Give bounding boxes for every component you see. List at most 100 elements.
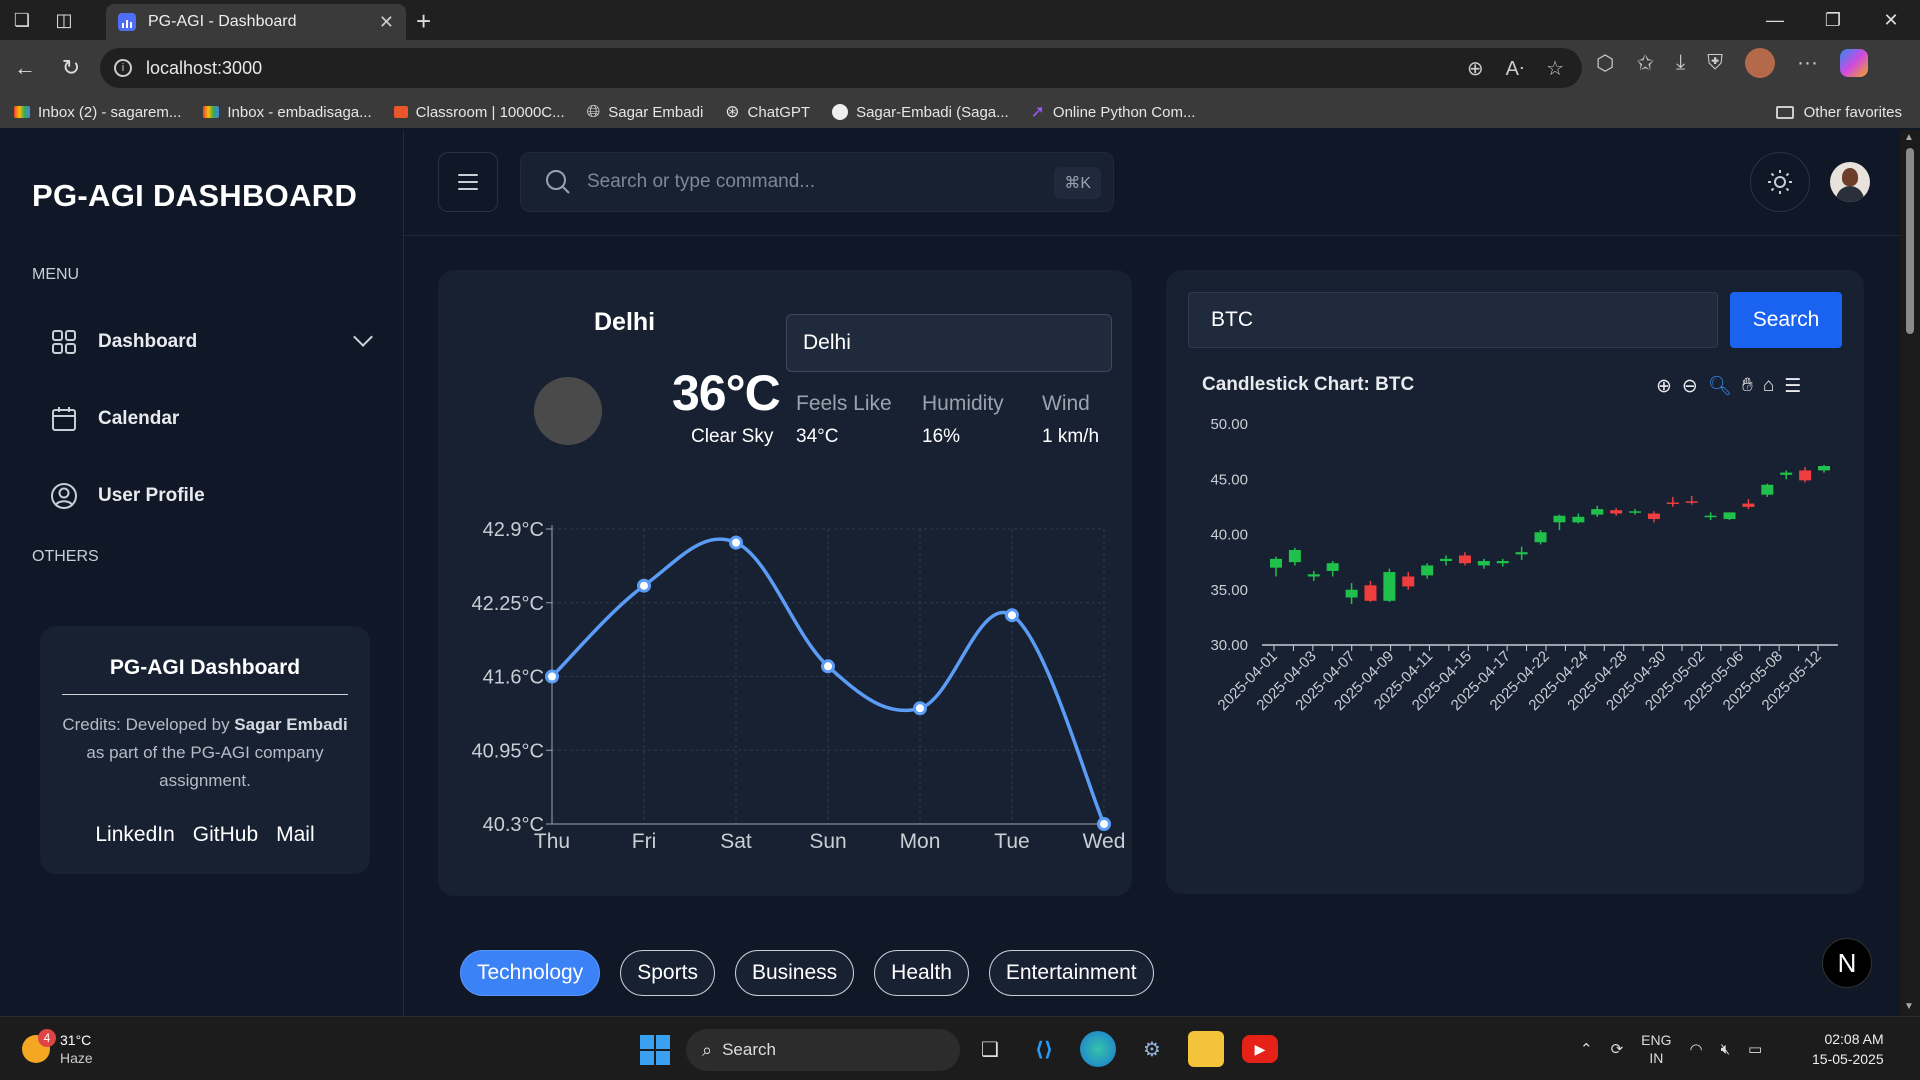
- extensions-icon[interactable]: ⬡: [1596, 51, 1614, 76]
- settings-gear-icon[interactable]: ⚙: [1134, 1031, 1170, 1067]
- page-scrollbar[interactable]: ▲ ▼: [1900, 130, 1920, 1016]
- data-point: [545, 669, 559, 684]
- tab-title: PG-AGI - Dashboard: [148, 13, 297, 30]
- x-tick-label: Wed: [1083, 830, 1126, 853]
- menu-heading: MENU: [32, 266, 80, 283]
- youtube-icon[interactable]: ▶: [1242, 1035, 1278, 1063]
- more-icon[interactable]: ···: [1797, 51, 1818, 75]
- favorite-item[interactable]: ⊛ ChatGPT: [725, 102, 810, 122]
- browser-essentials-icon[interactable]: ⛨: [1707, 51, 1723, 75]
- favorite-item[interactable]: Inbox - embadisaga...: [203, 104, 372, 121]
- app-favicon-icon: [118, 13, 136, 31]
- favorites-bar: Inbox (2) - sagarem... Inbox - embadisag…: [0, 96, 1920, 128]
- tab-business[interactable]: Business: [734, 950, 855, 996]
- user-avatar[interactable]: [1830, 162, 1870, 202]
- favorite-star-icon[interactable]: ☆: [1546, 56, 1564, 81]
- candle-body: [1307, 574, 1320, 577]
- sidebar-item-dashboard[interactable]: Dashboard: [50, 322, 373, 362]
- y-tick-label: 42.25°C: [472, 593, 545, 615]
- tab-technology[interactable]: Technology: [460, 950, 601, 996]
- credits-card: PG-AGI Dashboard Credits: Developed by S…: [40, 626, 370, 874]
- browser-tab-active[interactable]: PG-AGI - Dashboard ✕: [106, 4, 406, 40]
- vscode-icon[interactable]: ⟨⟩: [1026, 1031, 1062, 1067]
- other-favorites[interactable]: Other favorites: [1775, 104, 1902, 121]
- search-input[interactable]: [587, 171, 1027, 193]
- candle-body: [1647, 513, 1660, 520]
- favorite-item[interactable]: Inbox (2) - sagarem...: [14, 104, 181, 121]
- sync-icon[interactable]: ⟳: [1611, 1040, 1624, 1058]
- stock-card: Search Candlestick Chart: BTC ⊕ ⊖ 🔍︎ ✋︎ …: [1166, 270, 1864, 894]
- floating-n-button[interactable]: N: [1822, 938, 1872, 988]
- gmail-icon: [203, 106, 220, 118]
- address-bar[interactable]: i localhost:3000 ⊕ Aᐧ ☆: [100, 48, 1582, 88]
- read-aloud-icon[interactable]: Aᐧ: [1506, 56, 1524, 81]
- browser-tools: ⬡ ✩ ⤓ ⛨ ···: [1596, 48, 1868, 78]
- candle-body: [1270, 558, 1282, 568]
- taskbar-weather[interactable]: 4 31°C Haze: [22, 1029, 93, 1067]
- theme-toggle-button[interactable]: [1750, 152, 1810, 212]
- classroom-icon: [393, 106, 408, 118]
- restore-icon[interactable]: ❐: [1804, 0, 1862, 40]
- copilot-icon[interactable]: [1839, 49, 1868, 77]
- file-explorer-icon[interactable]: [1188, 1031, 1224, 1067]
- windows-start-icon[interactable]: [640, 1035, 670, 1065]
- sidebar-item-user-profile[interactable]: User Profile: [50, 476, 370, 516]
- mail-link[interactable]: Mail: [276, 823, 315, 847]
- linkedin-link[interactable]: LinkedIn: [95, 823, 174, 847]
- vertical-tabs-icon[interactable]: ◫: [42, 0, 86, 40]
- tab-health[interactable]: Health: [874, 950, 969, 996]
- edge-icon[interactable]: [1080, 1031, 1116, 1067]
- candle-body: [1458, 555, 1471, 564]
- language-indicator[interactable]: ENG IN: [1641, 1031, 1671, 1067]
- user-circle-icon: [50, 482, 78, 510]
- scroll-down-icon[interactable]: ▼: [1904, 1001, 1914, 1012]
- candle-body: [1591, 509, 1604, 515]
- scroll-up-icon[interactable]: ▲: [1904, 132, 1914, 143]
- task-view-icon[interactable]: ❑: [972, 1031, 1008, 1067]
- favorite-item[interactable]: Sagar-Embadi (Saga...: [832, 104, 1009, 121]
- favorite-item[interactable]: ➚ Online Python Com...: [1031, 102, 1196, 122]
- news-category-tabs: Technology Sports Business Health Entert…: [460, 950, 1154, 996]
- taskbar-clock[interactable]: 02:08 AM 15-05-2025: [1812, 1029, 1884, 1069]
- chevron-down-icon[interactable]: [353, 327, 373, 347]
- chatgpt-icon: ⊛: [725, 102, 740, 121]
- favorites-icon[interactable]: ✩: [1636, 51, 1654, 76]
- volume-muted-icon[interactable]: 🔇︎: [1721, 1041, 1730, 1058]
- candle-body: [1610, 510, 1623, 514]
- site-info-icon[interactable]: i: [114, 59, 132, 77]
- battery-icon[interactable]: ▭: [1748, 1040, 1762, 1058]
- candle-body: [1553, 515, 1566, 523]
- sidebar-item-calendar[interactable]: Calendar: [50, 399, 370, 439]
- top-header: ⌘K: [404, 130, 1900, 236]
- refresh-icon[interactable]: ↻: [48, 48, 94, 88]
- taskbar-search[interactable]: ⌕ Search: [686, 1029, 960, 1071]
- close-window-icon[interactable]: ✕: [1862, 0, 1920, 40]
- favorite-item[interactable]: Classroom | 10000C...: [393, 104, 565, 121]
- weather-card: Delhi 36°C Clear Sky Feels Like34°C Humi…: [438, 270, 1132, 896]
- zoom-icon[interactable]: ⊕: [1467, 56, 1484, 81]
- minimize-icon[interactable]: —: [1746, 0, 1804, 40]
- data-point: [729, 535, 743, 550]
- y-tick-label: 35.00: [1210, 582, 1248, 599]
- candle-body: [1364, 585, 1377, 601]
- sidebar-item-label: Calendar: [98, 408, 180, 429]
- downloads-icon[interactable]: ⤓: [1676, 51, 1685, 75]
- wifi-icon[interactable]: ◠: [1690, 1040, 1703, 1058]
- new-tab-icon[interactable]: +: [416, 6, 431, 37]
- url-text: localhost:3000: [146, 57, 263, 78]
- candlestick-chart: 50.0045.0040.0035.0030.002025-04-012025-…: [1210, 416, 1838, 714]
- tab-entertainment[interactable]: Entertainment: [988, 950, 1154, 996]
- close-tab-icon[interactable]: ✕: [379, 12, 394, 33]
- profile-avatar[interactable]: [1745, 48, 1775, 78]
- back-icon[interactable]: ←: [2, 48, 48, 88]
- scroll-thumb[interactable]: [1906, 148, 1914, 334]
- hamburger-menu-button[interactable]: [438, 152, 498, 212]
- github-link[interactable]: GitHub: [193, 823, 258, 847]
- sidebar-item-label: Dashboard: [98, 331, 198, 352]
- chevron-up-icon[interactable]: ⌃: [1580, 1040, 1593, 1058]
- workspaces-icon[interactable]: ❏: [0, 0, 44, 40]
- credits-text: Credits: Developed by Sagar Embadi as pa…: [62, 715, 348, 790]
- favorite-item[interactable]: 🌐︎ Sagar Embadi: [587, 102, 704, 122]
- tab-sports[interactable]: Sports: [620, 950, 715, 996]
- divider: [62, 694, 348, 695]
